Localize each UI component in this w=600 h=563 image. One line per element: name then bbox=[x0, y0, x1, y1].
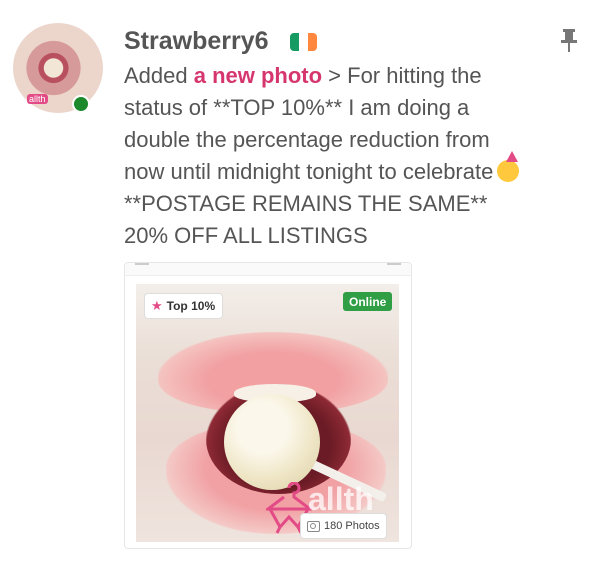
post-text: Added a new photo > For hitting the stat… bbox=[124, 60, 584, 252]
card-header-bar bbox=[135, 263, 149, 265]
photos-count-label: 180 Photos bbox=[324, 520, 380, 532]
top-10-badge: ★ Top 10% bbox=[144, 293, 224, 319]
card-header-strip bbox=[125, 263, 411, 276]
listing-photo[interactable]: ★ Top 10% Online allth 180 Photos bbox=[136, 284, 399, 542]
star-icon: ★ bbox=[151, 298, 163, 313]
listing-card[interactable]: ★ Top 10% Online allth 180 Photos bbox=[124, 262, 412, 549]
post-line-4: now until midnight tonight to celebrate bbox=[124, 151, 584, 188]
photo-content bbox=[224, 394, 320, 490]
top-10-label: Top 10% bbox=[166, 299, 216, 313]
photos-count-chip[interactable]: 180 Photos bbox=[300, 513, 387, 539]
party-face-emoji-icon bbox=[497, 151, 520, 182]
online-status-dot bbox=[72, 95, 90, 113]
avatar-watermark: allth bbox=[27, 94, 48, 104]
online-badge: Online bbox=[343, 292, 393, 311]
username[interactable]: Strawberry6 bbox=[124, 27, 269, 56]
camera-icon bbox=[307, 520, 320, 532]
post-line-6: 20% OFF ALL LISTINGS bbox=[124, 223, 368, 248]
post-line-2: status of **TOP 10%** I am doing a bbox=[124, 95, 470, 120]
ireland-flag-icon bbox=[290, 33, 317, 51]
post-line-5: **POSTAGE REMAINS THE SAME** bbox=[124, 191, 488, 216]
pin-icon[interactable] bbox=[558, 27, 580, 53]
new-photo-link[interactable]: a new photo bbox=[194, 63, 322, 88]
post-line-1: Added a new photo > For hitting the bbox=[124, 63, 482, 88]
card-header-bar bbox=[387, 263, 401, 265]
